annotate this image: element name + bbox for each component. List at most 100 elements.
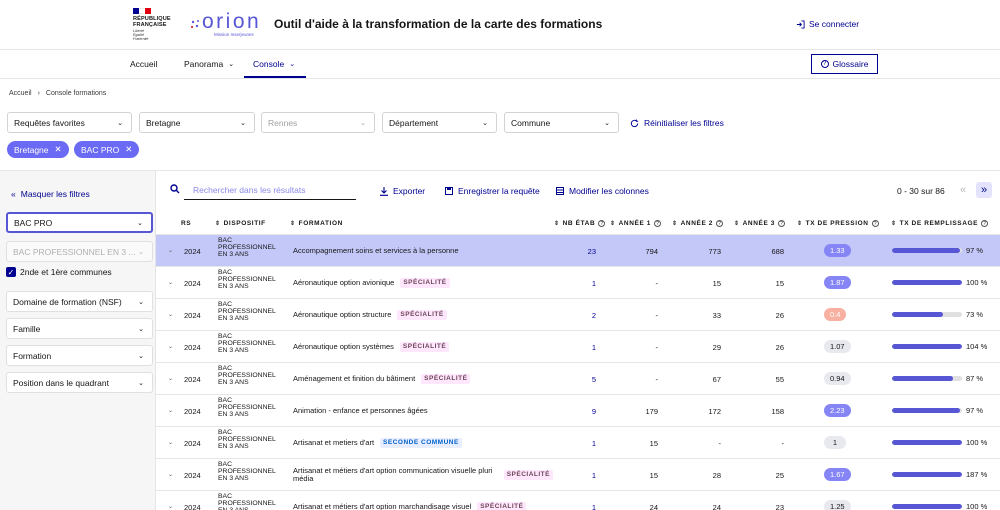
favorites-select[interactable]: Requêtes favorites ⌄ — [7, 112, 132, 133]
expand-chevron-icon[interactable]: ⌄ — [168, 503, 173, 510]
formation-cell[interactable]: Artisanat et métiers d'art option commun… — [293, 467, 553, 483]
nav-console[interactable]: Console ⌄ — [253, 59, 295, 69]
orion-logo[interactable]: orion Mission Inserjeunes — [190, 10, 268, 40]
formation-badge: SECONDE COMMUNE — [380, 438, 462, 448]
nb-etab-cell[interactable]: 1 — [561, 471, 596, 480]
formation-label: Aéronautique option systèmes — [293, 342, 394, 351]
table-row[interactable]: ⌄ 2024 BAC PROFESSIONNEL EN 3 ANS Artisanat… — [156, 459, 1000, 491]
next-page-button[interactable]: » — [976, 182, 992, 198]
info-icon[interactable]: ? — [871, 220, 879, 227]
close-icon[interactable]: ✕ — [55, 144, 62, 155]
expand-chevron-icon[interactable]: ⌄ — [168, 247, 173, 254]
hide-filters-button[interactable]: «Masquer les filtres — [11, 189, 90, 199]
save-query-button[interactable]: Enregistrer la requête — [445, 186, 540, 196]
info-icon[interactable]: ? — [654, 220, 662, 227]
famille-select[interactable]: Famille ⌄ — [6, 318, 153, 339]
formation-cell[interactable]: Accompagnement soins et services à la pe… — [293, 243, 553, 259]
formation-cell[interactable]: Aéronautique option structure SPÉCIALITÉ — [293, 307, 553, 323]
table-row[interactable]: ⌄ 2024 BAC PROFESSIONNEL EN 3 ANS Aéronauti… — [156, 267, 1000, 299]
table-header: RS ⇕ DISPOSITIF ⇕ FORMATION ⇕ NB ÉTAB? ⇕ ANN… — [156, 213, 1000, 235]
reset-filters-button[interactable]: Réinitialiser les filtres — [630, 118, 724, 128]
formation-badge: SPÉCIALITÉ — [503, 470, 553, 480]
column-tx-remplissage[interactable]: ⇕ TX DE REMPLISSAGE? — [891, 220, 989, 227]
annee-3-cell: 15 — [775, 279, 784, 288]
expand-chevron-icon[interactable]: ⌄ — [168, 311, 173, 318]
rs-cell: 2024 — [184, 279, 201, 288]
expand-chevron-icon[interactable]: ⌄ — [168, 471, 173, 478]
expand-chevron-icon[interactable]: ⌄ — [168, 407, 173, 414]
info-icon[interactable]: ? — [598, 220, 606, 227]
region-select[interactable]: Bretagne ⌄ — [139, 112, 255, 133]
column-annee-2[interactable]: ⇕ ANNÉE 2? — [672, 220, 724, 227]
nb-etab-cell[interactable]: 1 — [561, 503, 596, 510]
sort-icon: ⇕ — [797, 221, 803, 227]
glossaire-button[interactable]: ? Glossaire — [811, 54, 878, 74]
secondes-communes-checkbox-row[interactable]: ✓ 2nde et 1ère communes — [6, 267, 112, 277]
diplome-select[interactable]: BAC PRO ⌄ — [6, 212, 153, 233]
formation-cell[interactable]: Animation - enfance et personnes âgées — [293, 403, 553, 419]
commune-select[interactable]: Commune ⌄ — [504, 112, 619, 133]
column-nb-etab[interactable]: ⇕ NB ÉTAB? — [554, 220, 606, 227]
nav-panorama[interactable]: Panorama ⌄ — [184, 59, 234, 69]
nb-etab-cell[interactable]: 23 — [561, 247, 596, 256]
export-button[interactable]: Exporter — [380, 186, 425, 196]
nb-etab-cell[interactable]: 1 — [561, 279, 596, 288]
table-row[interactable]: ⌄ 2024 BAC PROFESSIONNEL EN 3 ANS Artisanat… — [156, 491, 1000, 510]
filter-tag-bac-pro[interactable]: BAC PRO ✕ — [74, 141, 140, 158]
checkbox-checked[interactable]: ✓ — [6, 267, 16, 277]
table-row[interactable]: ⌄ 2024 BAC PROFESSIONNEL EN 3 ANS Aménageme… — [156, 363, 1000, 395]
sort-icon: ⇕ — [290, 221, 296, 227]
column-dispositif[interactable]: ⇕ DISPOSITIF — [215, 220, 266, 227]
column-formation[interactable]: ⇕ FORMATION — [290, 220, 343, 227]
search-input[interactable] — [184, 181, 356, 200]
chevron-down-icon: ⌄ — [360, 119, 366, 127]
formation-cell[interactable]: Aéronautique option systèmes SPÉCIALITÉ — [293, 339, 553, 355]
pagination-label: 0 - 30 sur 86 — [897, 186, 945, 196]
expand-chevron-icon[interactable]: ⌄ — [168, 279, 173, 286]
academie-select[interactable]: Rennes ⌄ — [261, 112, 375, 133]
expand-chevron-icon[interactable]: ⌄ — [168, 375, 173, 382]
nb-etab-cell[interactable]: 9 — [561, 407, 596, 416]
formation-cell[interactable]: Aéronautique option avionique SPÉCIALITÉ — [293, 275, 553, 291]
remplissage-label: 97 % — [966, 246, 984, 255]
nsf-select[interactable]: Domaine de formation (NSF) ⌄ — [6, 291, 153, 312]
formation-cell[interactable]: Aménagement et finition du bâtiment SPÉCI… — [293, 371, 553, 387]
table-row[interactable]: ⌄ 2024 BAC PROFESSIONNEL EN 3 ANS Animation… — [156, 395, 1000, 427]
info-icon[interactable]: ? — [981, 220, 989, 227]
info-icon[interactable]: ? — [716, 220, 724, 227]
expand-chevron-icon[interactable]: ⌄ — [168, 343, 173, 350]
remplissage-bar — [892, 440, 962, 445]
remplissage-bar-fill — [892, 312, 944, 317]
annee-3-cell: 25 — [775, 471, 784, 480]
filter-tag-bretagne[interactable]: Bretagne ✕ — [7, 141, 69, 158]
nb-etab-cell[interactable]: 5 — [561, 375, 596, 384]
nb-etab-cell[interactable]: 1 — [561, 439, 596, 448]
expand-chevron-icon[interactable]: ⌄ — [168, 439, 173, 446]
column-tx-pression[interactable]: ⇕ TX DE PRESSION? — [797, 220, 879, 227]
edit-columns-button[interactable]: Modifier les colonnes — [556, 186, 649, 196]
column-annee-3[interactable]: ⇕ ANNÉE 3? — [734, 220, 786, 227]
formation-cell[interactable]: Artisanat et métiers d'art option marcha… — [293, 499, 553, 510]
formation-select[interactable]: Formation ⌄ — [6, 345, 153, 366]
republique-francaise-logo[interactable]: RÉPUBLIQUE FRANÇAISE Liberté Égalité Fra… — [133, 8, 175, 41]
breadcrumb-accueil[interactable]: Accueil — [9, 90, 32, 97]
table-row[interactable]: ⌄ 2024 BAC PROFESSIONNEL EN 3 ANS Aéronauti… — [156, 299, 1000, 331]
departement-select[interactable]: Département ⌄ — [382, 112, 497, 133]
login-icon — [796, 19, 805, 29]
column-annee-1[interactable]: ⇕ ANNÉE 1? — [610, 220, 662, 227]
nb-etab-cell[interactable]: 1 — [561, 343, 596, 352]
close-icon[interactable]: ✕ — [125, 144, 132, 155]
nb-etab-cell[interactable]: 2 — [561, 311, 596, 320]
rs-cell: 2024 — [184, 247, 201, 256]
login-link[interactable]: Se connecter — [796, 19, 859, 29]
table-row[interactable]: ⌄ 2024 BAC PROFESSIONNEL EN 3 ANS Aéronauti… — [156, 331, 1000, 363]
quadrant-select[interactable]: Position dans le quadrant ⌄ — [6, 372, 153, 393]
nav-accueil[interactable]: Accueil — [130, 59, 157, 69]
dispositif-select[interactable]: BAC PROFESSIONNEL EN 3 ... ⌄ — [6, 241, 153, 262]
previous-page-button[interactable]: « — [955, 182, 971, 198]
formation-cell[interactable]: Artisanat et metiers d'art SECONDE COMMUN… — [293, 435, 553, 451]
table-row[interactable]: ⌄ 2024 BAC PROFESSIONNEL EN 3 ANS Artisanat… — [156, 427, 1000, 459]
table-row[interactable]: ⌄ 2024 BAC PROFESSIONNEL EN 3 ANS Accompagn… — [156, 235, 1000, 267]
chevron-down-icon: ⌄ — [138, 298, 144, 306]
info-icon[interactable]: ? — [778, 220, 786, 227]
